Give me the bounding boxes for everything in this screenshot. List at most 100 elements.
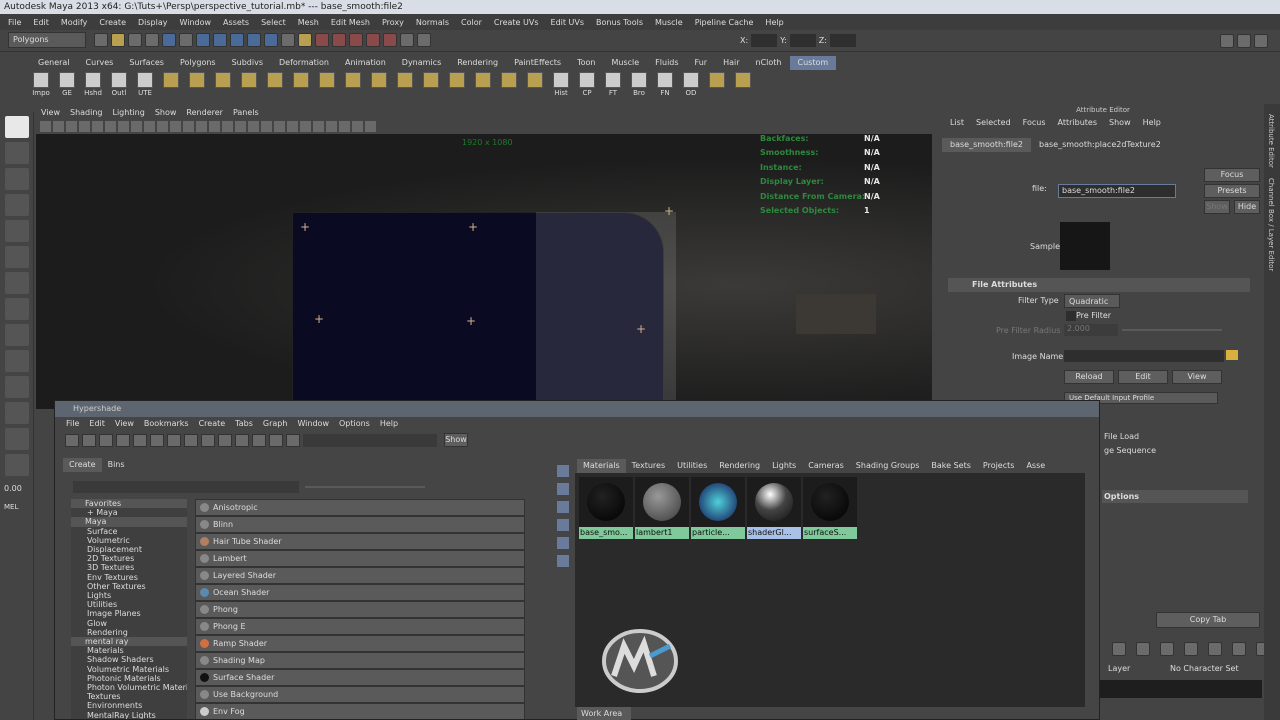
options-section[interactable]: Options <box>1102 490 1248 503</box>
hypershade-icon[interactable] <box>383 33 397 47</box>
shelf-button[interactable] <box>160 72 182 88</box>
hypershade-menu-bookmarks[interactable]: Bookmarks <box>139 417 194 431</box>
render-settings-icon[interactable] <box>349 33 363 47</box>
list-icon[interactable] <box>557 483 569 495</box>
ae-menu-show[interactable]: Show <box>1103 116 1137 130</box>
image-name-field[interactable] <box>1064 350 1224 362</box>
menu-mesh[interactable]: Mesh <box>292 18 325 27</box>
tab-shading-groups[interactable]: Shading Groups <box>850 459 926 473</box>
go-to-start-icon[interactable] <box>1112 642 1126 656</box>
graph-icon[interactable] <box>557 465 569 477</box>
show-top-tabs-icon[interactable] <box>99 433 113 447</box>
show-bottom-tabs-icon[interactable] <box>116 433 130 447</box>
panel-tool-icon[interactable] <box>313 121 324 132</box>
shelf-button[interactable] <box>342 72 364 88</box>
hypershade-menu-window[interactable]: Window <box>292 417 334 431</box>
show-button[interactable]: Show <box>1204 200 1230 214</box>
clear-graph-icon[interactable] <box>218 433 232 447</box>
z-input[interactable] <box>829 34 856 47</box>
panel-tool-icon[interactable] <box>235 121 246 132</box>
material-swatch[interactable]: shaderGl... <box>747 477 801 539</box>
tree-item[interactable]: Image Planes <box>71 609 187 618</box>
hypershade-menu-help[interactable]: Help <box>375 417 403 431</box>
material-swatch[interactable]: lambert1 <box>635 477 689 539</box>
material-swatch[interactable]: particle... <box>691 477 745 539</box>
hypershade-menu-edit[interactable]: Edit <box>84 417 110 431</box>
panel-tool-icon[interactable] <box>222 121 233 132</box>
tab-asse[interactable]: Asse <box>1020 459 1051 473</box>
menu-assets[interactable]: Assets <box>217 18 255 27</box>
shelf-button[interactable] <box>706 72 728 88</box>
menu-edit-uvs[interactable]: Edit UVs <box>545 18 591 27</box>
perspective-viewport[interactable]: + + + + + + 1920 x 1080 Backfaces: N/A Smo… <box>36 134 932 409</box>
tree-item[interactable]: Shadow Shaders <box>71 655 187 664</box>
tree-item[interactable]: MentalRay Lights <box>71 711 187 719</box>
last-tool-icon[interactable] <box>5 298 29 320</box>
hypershade-menu-view[interactable]: View <box>110 417 139 431</box>
tab-utilities[interactable]: Utilities <box>671 459 713 473</box>
manipulator-tool-icon[interactable] <box>5 272 29 294</box>
sort-by-time-icon[interactable] <box>557 537 569 549</box>
menu-create[interactable]: Create <box>93 18 132 27</box>
layout-single-icon[interactable] <box>5 324 29 346</box>
tree-item[interactable]: Textures <box>71 692 187 701</box>
shelf-button[interactable]: Bro <box>628 72 650 97</box>
menu-window[interactable]: Window <box>174 18 218 27</box>
snap-plane-icon[interactable] <box>247 33 261 47</box>
node-button[interactable]: Use Background <box>195 686 525 703</box>
shelf-tab-general[interactable]: General <box>30 56 78 70</box>
cv-point[interactable]: + <box>636 322 646 336</box>
presets-button[interactable]: Presets <box>1204 184 1260 198</box>
panel-menu-view[interactable]: View <box>36 106 65 120</box>
shelf-tab-animation[interactable]: Animation <box>337 56 394 70</box>
node-button[interactable]: Anisotropic <box>195 499 525 516</box>
shelf-button[interactable] <box>186 72 208 88</box>
panel-tool-icon[interactable] <box>131 121 142 132</box>
lock-icon[interactable] <box>298 33 312 47</box>
node-button[interactable]: Ramp Shader <box>195 635 525 652</box>
menu-pipeline-cache[interactable]: Pipeline Cache <box>689 18 760 27</box>
work-area-tab[interactable]: Work Area <box>577 707 631 720</box>
pre-filter-checkbox[interactable] <box>1066 311 1076 321</box>
snap-surface-icon[interactable] <box>264 33 278 47</box>
shelf-button[interactable]: FN <box>654 72 676 97</box>
shelf-tab-painteffects[interactable]: PaintEffects <box>506 56 569 70</box>
pre-filter-radius-field[interactable]: 2.000 <box>1064 324 1118 336</box>
history-icon[interactable] <box>281 33 295 47</box>
material-swatch[interactable]: base_smo... <box>579 477 633 539</box>
step-back-frame-icon[interactable] <box>1160 642 1174 656</box>
tree-item[interactable]: + Maya <box>71 508 187 517</box>
panel-tool-icon[interactable] <box>287 121 298 132</box>
shelf-button[interactable]: OD <box>680 72 702 97</box>
play-back-icon[interactable] <box>1184 642 1198 656</box>
panel-tool-icon[interactable] <box>66 121 77 132</box>
panel-tool-icon[interactable] <box>261 121 272 132</box>
shelf-button[interactable] <box>368 72 390 88</box>
side-tab-channel-box[interactable]: Channel Box / Layer Editor <box>1267 178 1275 271</box>
copy-tab-button[interactable]: Copy Tab <box>1156 612 1260 628</box>
shelf-button[interactable]: FT <box>602 72 624 97</box>
tree-item[interactable]: Displacement <box>71 545 187 554</box>
node-button[interactable]: Hair Tube Shader <box>195 533 525 550</box>
tree-item[interactable]: Glow <box>71 619 187 628</box>
channel-box-toggle-icon[interactable] <box>1254 34 1268 48</box>
menu-muscle[interactable]: Muscle <box>649 18 689 27</box>
show-filter-button[interactable]: Show <box>444 433 468 447</box>
shelf-tab-curves[interactable]: Curves <box>78 56 122 70</box>
hypershade-options-icon[interactable] <box>286 433 300 447</box>
tree-item[interactable]: Photonic Materials <box>71 674 187 683</box>
graph-materials-icon[interactable] <box>150 433 164 447</box>
save-scene-icon[interactable] <box>128 33 142 47</box>
menu-normals[interactable]: Normals <box>410 18 455 27</box>
cv-point[interactable]: + <box>300 220 310 234</box>
shelf-tab-ncloth[interactable]: nCloth <box>748 56 790 70</box>
hypershade-menu-file[interactable]: File <box>61 417 84 431</box>
panel-tool-icon[interactable] <box>40 121 51 132</box>
panel-tool-icon[interactable] <box>183 121 194 132</box>
layout-persp-outliner-icon[interactable] <box>5 376 29 398</box>
layout-four-icon[interactable] <box>5 350 29 372</box>
shelf-button[interactable] <box>446 72 468 88</box>
cv-point[interactable]: + <box>314 312 324 326</box>
node-button[interactable]: Blinn <box>195 516 525 533</box>
panel-tool-icon[interactable] <box>326 121 337 132</box>
